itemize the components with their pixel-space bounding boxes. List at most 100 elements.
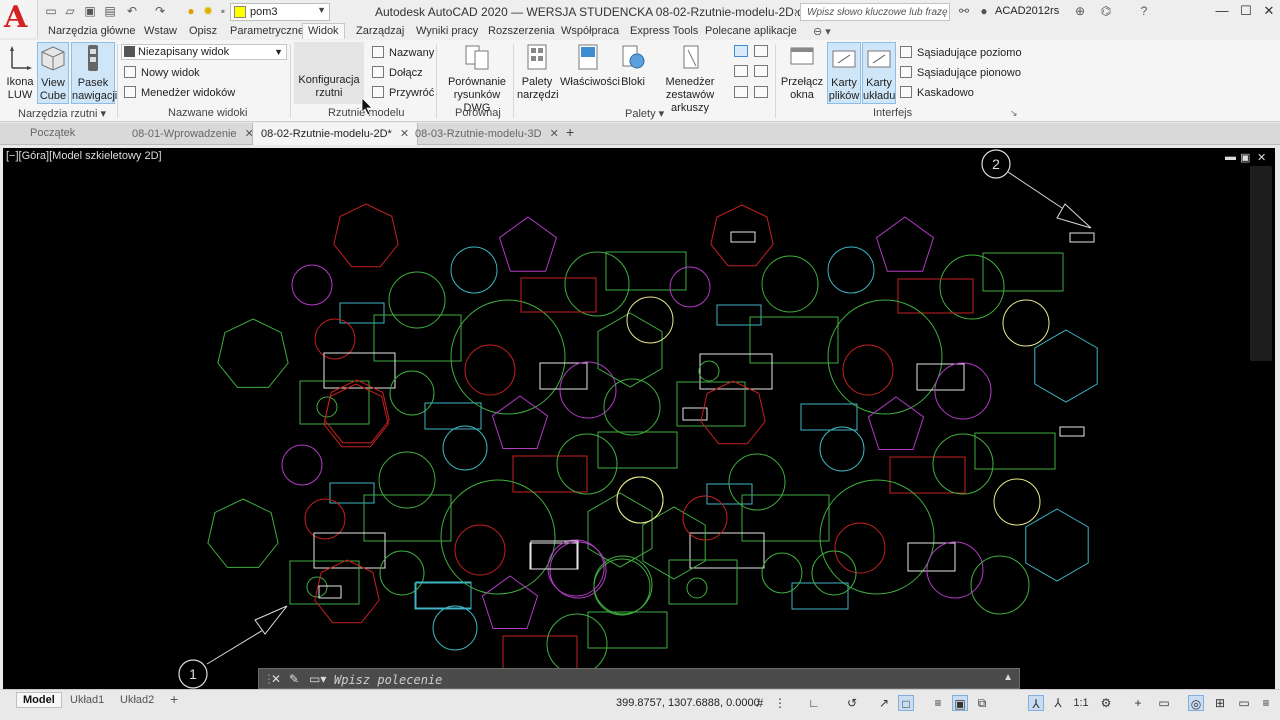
clean-screen-icon[interactable]: ▭ (1236, 695, 1252, 711)
palette-small-icon-3[interactable] (734, 86, 748, 98)
cart-icon[interactable]: ⊕ (1072, 4, 1088, 19)
view-cube-button[interactable]: View Cube (37, 42, 69, 104)
command-line[interactable]: ⋮ ✕ ✎ ▭▾ Wpisz polecenie ▲ (258, 668, 1020, 689)
binoculars-icon[interactable]: ⚯ (956, 4, 972, 19)
close-icon[interactable]: ✕ (271, 672, 281, 686)
layout-tab-2[interactable]: Układ2 (120, 694, 154, 706)
chevron-up-icon[interactable]: ▲ (1003, 672, 1013, 683)
save-as-icon[interactable]: ▤ (102, 4, 118, 19)
tab-manage[interactable]: Zarządzaj (356, 25, 404, 37)
selection-cycling-icon[interactable]: ▣ (952, 695, 968, 711)
doc-tab-intro[interactable]: 08-01-Wprowadzenie ✕ (132, 127, 254, 140)
tab-parametric[interactable]: Parametryczne (230, 25, 304, 37)
customize-menu-icon[interactable]: ≡ (1258, 695, 1274, 711)
polar-icon[interactable]: ↺ (844, 695, 860, 711)
user-name[interactable]: ACAD2012rs (995, 5, 1059, 17)
sheet-set-manager-button[interactable]: Menedżer zestawów arkuszy (650, 42, 730, 114)
tab-output[interactable]: Wyniki pracy (416, 25, 478, 37)
tab-insert[interactable]: Wstaw (144, 25, 177, 37)
add-layout-button[interactable]: + (170, 691, 178, 707)
blocks-button[interactable]: Bloki (618, 42, 648, 104)
minimize-button[interactable]: — (1212, 3, 1232, 19)
grid-icon[interactable]: # (752, 695, 768, 711)
sun-icon[interactable]: ✹ (200, 4, 216, 19)
drawing-area[interactable]: [−][Góra][Model szkieletowy 2D] ▬ ▣ ✕ 1 … (3, 148, 1275, 689)
layout-tab-1[interactable]: Układ1 (70, 694, 104, 706)
doc-tab-start[interactable]: Początek (30, 127, 75, 139)
panel-title-palettes[interactable]: Palety ▾ (625, 107, 664, 120)
switch-windows-button[interactable]: Przełącz okna (780, 42, 824, 104)
layer-dropdown[interactable]: pom3 ▼ (230, 3, 330, 21)
isolate-objects-icon[interactable]: ◎ (1188, 695, 1204, 711)
workspace-gear-icon[interactable]: ⚙ (1098, 695, 1114, 711)
tab-express-tools[interactable]: Express Tools (630, 25, 698, 37)
tile-horizontal-button[interactable]: Sąsiadujące poziomo (900, 45, 1022, 61)
ucs-icon-button[interactable]: Ikona LUW (4, 42, 36, 104)
object-snap-icon[interactable]: □ (898, 695, 914, 711)
doc-tab-2d-viewports[interactable]: 08-02-Rzutnie-modelu-2D* ✕ (252, 123, 419, 145)
command-history-icon[interactable]: ▭▾ (309, 672, 326, 686)
tab-view[interactable]: Widok (302, 23, 345, 39)
join-viewports-button[interactable]: Dołącz (372, 65, 423, 81)
doc-tab-3d-viewports[interactable]: 08-03-Rzutnie-modelu-3D ✕ (415, 127, 559, 140)
close-button[interactable]: ✕ (1259, 3, 1279, 19)
application-menu-button[interactable]: A (0, 0, 38, 38)
ortho-icon[interactable]: ∟ (806, 695, 822, 711)
layout-tab-model[interactable]: Model (16, 692, 62, 708)
coordinate-readout[interactable]: 399.8757, 1307.6888, 0.0000 (616, 697, 760, 709)
close-icon[interactable]: ✕ (550, 128, 559, 140)
tile-vertical-button[interactable]: Sąsiadujące pionowo (900, 65, 1021, 81)
palette-small-icon-2[interactable] (734, 65, 748, 77)
lock-icon[interactable]: ▪ (215, 4, 231, 19)
tab-annotate[interactable]: Opisz (189, 25, 217, 37)
annotation-visibility-icon[interactable]: ⅄ (1028, 695, 1044, 711)
restore-viewports-button[interactable]: Przywróć (372, 85, 434, 101)
annotation-plus-icon[interactable]: + (1130, 695, 1146, 711)
ribbon-options-icon[interactable]: ⊖ ▾ (813, 25, 831, 38)
tab-collaborate[interactable]: Współpraca (561, 25, 619, 37)
palette-small-icon-6[interactable] (754, 86, 768, 98)
tab-featured-apps[interactable]: Polecane aplikacje (705, 25, 797, 37)
dwg-compare-button[interactable]: Porównanie rysunków DWG (444, 42, 510, 114)
named-viewports-button[interactable]: Nazwany (372, 45, 434, 61)
user-icon[interactable]: ● (976, 4, 992, 19)
redo-icon[interactable]: ↷ (152, 4, 168, 19)
open-file-icon[interactable]: ▱ (62, 4, 78, 19)
annotation-monitor-icon[interactable]: ⧉ (974, 695, 990, 711)
search-input[interactable]: Wpisz słowo kluczowe lub frazę (800, 3, 950, 21)
view-manager-button[interactable]: Menedżer widoków (124, 85, 235, 101)
undo-icon[interactable]: ↶ (124, 4, 140, 19)
units-icon[interactable]: ▭ (1156, 695, 1172, 711)
layout-tabs-button[interactable]: Karty układu (862, 42, 896, 104)
navigation-bar-button[interactable]: Pasek nawigacji (71, 42, 117, 104)
help-icon[interactable]: ? (1136, 4, 1152, 19)
lightbulb-icon[interactable]: ● (183, 4, 199, 19)
tab-home[interactable]: Narzędzia główne (48, 25, 135, 37)
new-file-icon[interactable]: ▭ (43, 4, 59, 19)
new-view-button[interactable]: Nowy widok (124, 65, 200, 81)
properties-button[interactable]: Właściwości (560, 42, 620, 104)
snap-icon[interactable]: ⋮ (772, 695, 788, 711)
view-dropdown[interactable]: Niezapisany widok ▼ (121, 44, 287, 60)
exchange-icon[interactable]: ⌬ (1098, 4, 1114, 19)
isodraft-icon[interactable]: ↗ (876, 695, 892, 711)
palette-small-icon-1[interactable] (734, 45, 748, 57)
panel-title-viewport-tools[interactable]: Narzędzia rzutni ▾ (18, 107, 106, 120)
tab-addins[interactable]: Rozszerzenia (488, 25, 555, 37)
annotation-scale[interactable]: 1:1 (1070, 695, 1092, 711)
palette-small-icon-5[interactable] (754, 65, 768, 77)
close-icon[interactable]: ✕ (400, 128, 409, 140)
lineweight-icon[interactable]: ≡ (930, 695, 946, 711)
maximize-button[interactable]: ☐ (1236, 3, 1256, 19)
customize-icon[interactable]: ✎ (289, 672, 299, 686)
auto-scale-icon[interactable]: ⅄ (1050, 695, 1066, 711)
graphics-performance-icon[interactable]: ⊞ (1212, 695, 1228, 711)
palette-small-icon-4[interactable] (754, 45, 768, 57)
tool-palettes-button[interactable]: Palety narzędzi (517, 42, 559, 104)
cascade-button[interactable]: Kaskadowo (900, 85, 974, 101)
viewport-configuration-button[interactable]: Konfiguracja rzutni (294, 42, 364, 104)
save-icon[interactable]: ▣ (82, 4, 98, 19)
new-tab-button[interactable]: + (566, 124, 574, 140)
file-tabs-button[interactable]: Karty plików (827, 42, 861, 104)
command-input[interactable]: Wpisz polecenie (334, 673, 442, 687)
